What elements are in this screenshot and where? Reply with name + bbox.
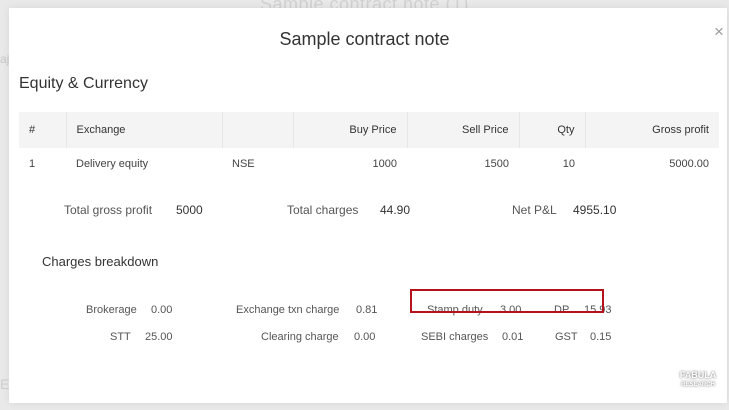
clearing-charge-value: 0.00	[354, 331, 376, 343]
column-header-exchange: Exchange	[65, 112, 222, 148]
brokerage-label: Brokerage	[86, 304, 137, 316]
modal-title: Sample contract note	[279, 29, 450, 49]
column-header-buy-price: Buy Price	[292, 112, 407, 148]
exchange-txn-charge-value: 0.81	[356, 304, 378, 316]
column-header-qty: Qty	[518, 112, 585, 148]
section-title: Equity & Currency	[19, 75, 148, 92]
total-charges-label: Total charges	[287, 203, 359, 217]
brokerage-value: 0.00	[151, 304, 173, 316]
stt-label: STT	[110, 331, 131, 343]
sebi-charges-value: 0.01	[502, 331, 524, 343]
column-header-index: #	[19, 112, 66, 148]
cell-exchange: Delivery equity	[76, 158, 149, 170]
total-charges-value: 44.90	[380, 203, 411, 217]
total-gross-profit-value: 5000	[176, 203, 203, 217]
trades-table: # Exchange Buy Price Sell Price Qty Gros…	[19, 112, 719, 180]
sebi-charges-label: SEBI charges	[421, 331, 489, 343]
cell-segment: NSE	[232, 158, 255, 170]
stt-value: 25.00	[145, 331, 173, 343]
net-pnl-label: Net P&L	[512, 203, 557, 217]
highlight-box	[410, 289, 604, 313]
exchange-txn-charge-label: Exchange txn charge	[236, 304, 340, 316]
charges-breakdown-title: Charges breakdown	[42, 254, 159, 269]
cell-buy-price: 1000	[372, 158, 397, 170]
table-row: 1 Delivery equity NSE 1000 1500 10 5000.…	[19, 148, 719, 180]
column-header-blank	[221, 112, 293, 148]
clearing-charge-label: Clearing charge	[261, 331, 339, 343]
table-header-row: # Exchange Buy Price Sell Price Qty Gros…	[19, 112, 719, 148]
gst-value: 0.15	[590, 331, 612, 343]
net-pnl-value: 4955.10	[573, 203, 617, 217]
background-text: aj	[0, 52, 10, 66]
watermark-logo: FABULA RESEARCH	[675, 370, 721, 392]
column-header-gross-profit: Gross profit	[584, 112, 719, 148]
total-gross-profit-label: Total gross profit	[64, 203, 153, 217]
cell-index: 1	[29, 158, 36, 170]
watermark-line: RESEARCH	[681, 382, 715, 388]
cell-sell-price: 1500	[484, 158, 509, 170]
background-text: E	[0, 376, 10, 392]
cell-gross-profit: 5000.00	[669, 158, 709, 170]
watermark-line: FABULA	[679, 370, 717, 380]
column-header-sell-price: Sell Price	[406, 112, 519, 148]
gst-label: GST	[555, 331, 578, 343]
cell-qty: 10	[562, 158, 575, 170]
